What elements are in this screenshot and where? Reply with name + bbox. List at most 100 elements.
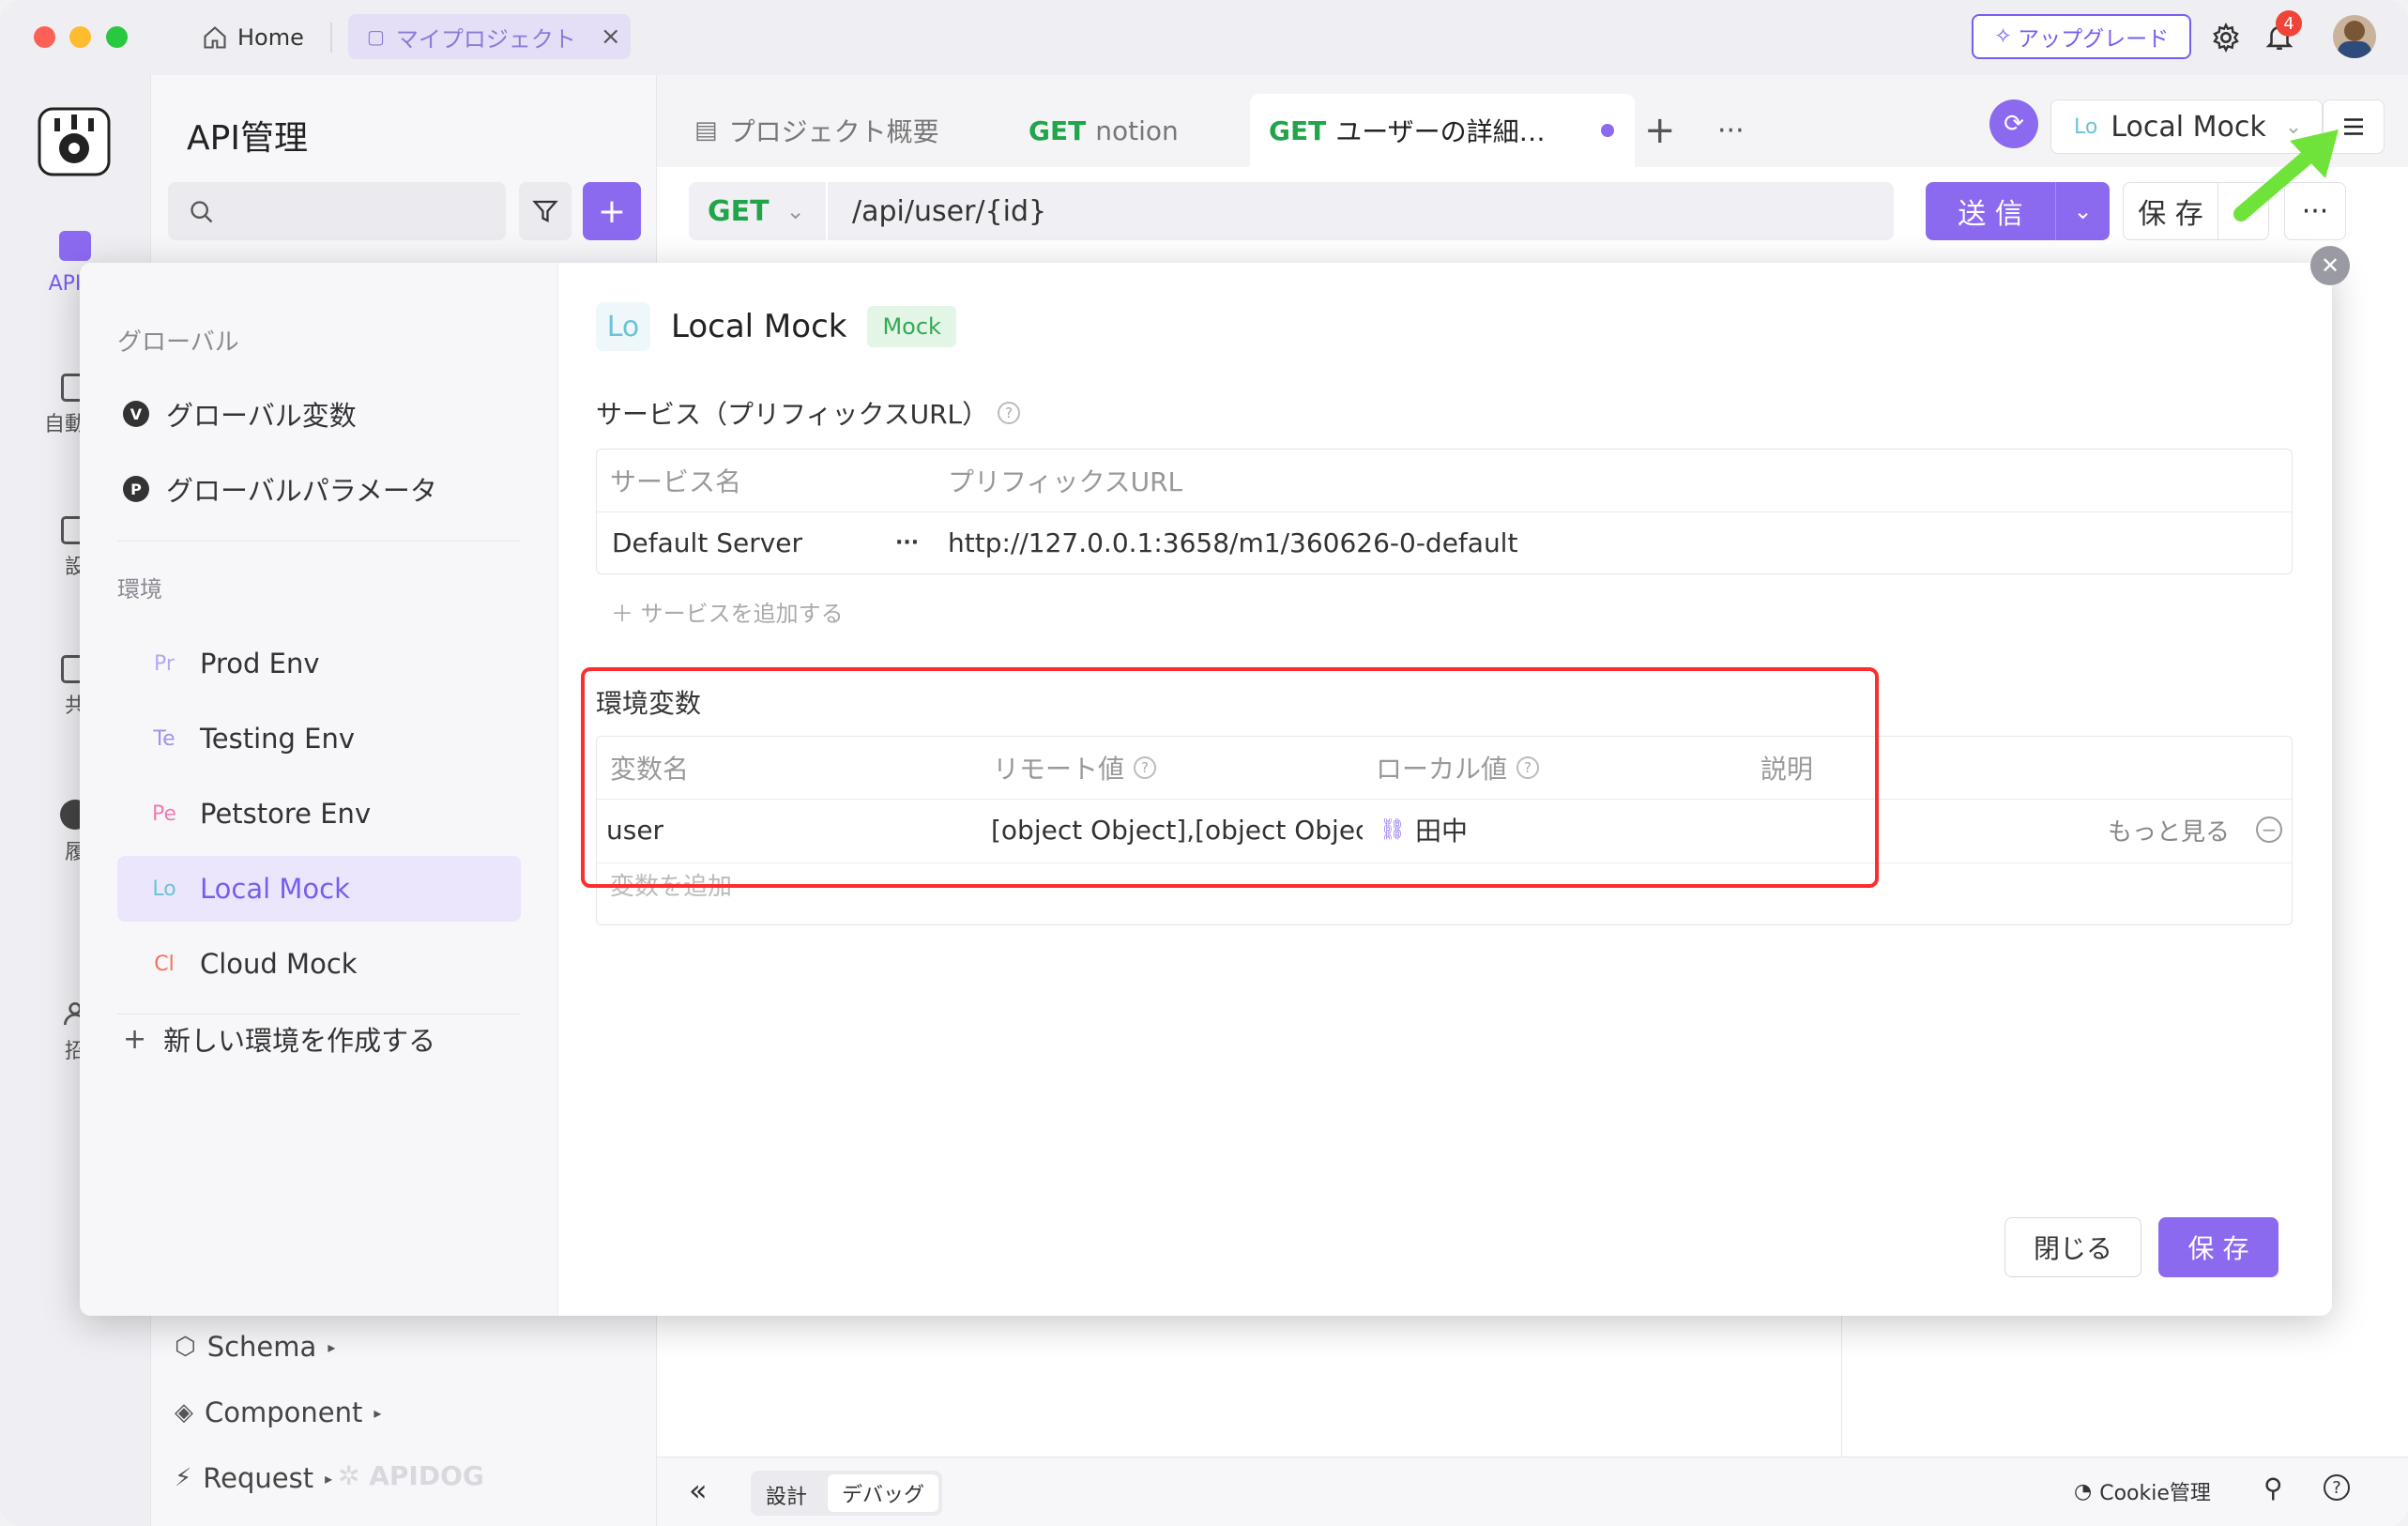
env-item-petstore[interactable]: Pe Petstore Env xyxy=(117,781,521,847)
tab-overview[interactable]: ▤ プロジェクト概要 xyxy=(694,94,939,167)
watermark-text: APIDOG xyxy=(369,1460,484,1491)
search-input[interactable] xyxy=(168,182,506,240)
upgrade-button[interactable]: ✧ アップグレード xyxy=(1972,14,2191,59)
overview-icon: ▤ xyxy=(694,116,718,145)
caret-right-icon: ▸ xyxy=(328,1337,336,1356)
sidebar-item-label: Request xyxy=(203,1462,314,1494)
url-bar: GET ⌄ /api/user/{id} 送 信 ⌄ 保 存 ⌄ ··· xyxy=(689,182,2408,240)
zoom-window-button[interactable] xyxy=(106,26,128,48)
item-label: Prod Env xyxy=(200,648,320,679)
design-tab[interactable]: 設計 xyxy=(766,1480,807,1510)
sidebar-item-request[interactable]: ⚡ Request ▸ xyxy=(175,1462,332,1494)
sidebar-item-label: Schema xyxy=(206,1331,317,1363)
global-params-item[interactable]: P グローバルパラメータ xyxy=(117,456,521,522)
caret-right-icon: ▸ xyxy=(373,1403,382,1422)
api-icon xyxy=(59,231,91,261)
item-label: グローバル変数 xyxy=(166,400,357,432)
upgrade-label: アップグレード xyxy=(2018,27,2170,52)
project-icon: ▢ xyxy=(367,25,385,48)
section-label: サービス（プリフィックスURL） xyxy=(596,399,989,430)
sparkle-icon: ✧ xyxy=(1993,24,2013,49)
cookie-icon: ◔ xyxy=(2074,1479,2093,1503)
service-more-icon[interactable]: ··· xyxy=(895,511,919,573)
gear-icon[interactable] xyxy=(2211,23,2241,53)
save-label: 保 存 xyxy=(2138,198,2203,231)
env-item-prod[interactable]: Pr Prod Env xyxy=(117,631,521,696)
column-header: プリフィックスURL xyxy=(948,466,1183,497)
env-item-testing[interactable]: Te Testing Env xyxy=(117,706,521,771)
send-button[interactable]: 送 信 ⌄ xyxy=(1926,182,2110,240)
arrow-annotation-icon xyxy=(2233,130,2339,221)
item-label: Testing Env xyxy=(200,723,356,755)
global-variables-item[interactable]: V グローバル変数 xyxy=(117,381,521,447)
url-input[interactable]: /api/user/{id} xyxy=(828,182,1894,240)
send-label: 送 信 xyxy=(1958,198,2023,231)
unsaved-dot xyxy=(1601,124,1614,137)
service-section-title: サービス（プリフィックスURL） ? xyxy=(596,394,1021,432)
request-icon: ⚡ xyxy=(175,1464,192,1492)
cookie-button[interactable]: ◔ Cookie管理 xyxy=(2074,1476,2211,1506)
tab-label: プロジェクト概要 xyxy=(728,116,939,147)
sidebar-item-schema[interactable]: ⬡ Schema ▸ xyxy=(175,1331,335,1363)
collapse-icon[interactable]: « xyxy=(689,1473,708,1508)
tab-label: ユーザーの詳細… xyxy=(1335,116,1546,147)
app-window: Home ▢ マイプロジェクト × ✧ アップグレード 4 API管 自動テ 設… xyxy=(0,0,2408,1526)
tab-more-button[interactable]: ··· xyxy=(1717,94,1745,167)
minimize-window-button[interactable] xyxy=(69,26,91,48)
filter-icon xyxy=(532,200,558,222)
env-name-input[interactable]: Local Mock xyxy=(671,308,846,345)
send-dropdown[interactable]: ⌄ xyxy=(2055,182,2110,240)
new-tab-button[interactable]: + xyxy=(1644,94,1676,167)
close-button[interactable]: 閉じる xyxy=(2004,1217,2141,1277)
item-label: Petstore Env xyxy=(200,798,372,830)
shirt-icon[interactable]: ⚲ xyxy=(2263,1473,2283,1503)
item-label: Local Mock xyxy=(200,873,350,905)
highlight-box xyxy=(581,667,1879,888)
app-logo xyxy=(34,101,114,182)
method-select[interactable]: GET ⌄ xyxy=(689,182,826,240)
sync-button[interactable]: ⟳ xyxy=(1989,99,2038,148)
method-label: GET xyxy=(1269,114,1327,146)
env-abbr: Te xyxy=(153,726,175,751)
env-abbr: Lo xyxy=(596,302,650,351)
close-tab-icon[interactable]: × xyxy=(601,23,621,51)
dialog-sidebar: グローバル V グローバル変数 P グローバルパラメータ 環境 Pr Prod … xyxy=(80,263,558,1316)
close-window-button[interactable] xyxy=(34,26,55,48)
mode-toggle: 設計 デバッグ xyxy=(751,1471,942,1516)
env-abbr: Pr xyxy=(154,651,175,676)
help-icon[interactable]: ? xyxy=(2324,1474,2350,1501)
plus-icon: + xyxy=(1644,109,1676,152)
sidebar-item-component[interactable]: ◈ Component ▸ xyxy=(175,1396,381,1428)
add-service-link[interactable]: ＋ サービスを追加する xyxy=(611,595,844,628)
page-title: API管理 xyxy=(187,119,308,158)
debug-tab[interactable]: デバッグ xyxy=(828,1474,938,1512)
service-name-cell[interactable]: Default Server xyxy=(612,511,802,573)
sync-icon: ⟳ xyxy=(2004,110,2024,138)
search-icon xyxy=(191,201,213,223)
new-environment-button[interactable]: + 新しい環境を作成する xyxy=(117,1006,521,1072)
help-icon[interactable]: ? xyxy=(998,402,1021,424)
service-url-cell[interactable]: http://127.0.0.1:3658/m1/360626-0-defaul… xyxy=(948,511,1517,573)
close-icon[interactable]: ✕ xyxy=(2310,246,2350,285)
remove-row-button[interactable]: − xyxy=(2256,799,2282,861)
filter-button[interactable] xyxy=(519,182,572,240)
project-tab[interactable]: ▢ マイプロジェクト × xyxy=(348,14,631,59)
variable-icon: V xyxy=(123,401,149,427)
save-env-button[interactable]: 保 存 xyxy=(2158,1217,2278,1277)
env-item-cloud-mock[interactable]: Cl Cloud Mock xyxy=(117,931,521,997)
divider xyxy=(117,541,521,542)
home-tab[interactable]: Home xyxy=(202,19,304,56)
cube-icon: ⬡ xyxy=(175,1333,196,1361)
plus-icon: + xyxy=(123,1022,147,1056)
tab-user-detail[interactable]: GET ユーザーの詳細… xyxy=(1250,94,1635,167)
env-item-local-mock[interactable]: Lo Local Mock xyxy=(117,856,521,922)
tab-notion[interactable]: GET notion xyxy=(1029,94,1179,167)
divider xyxy=(330,23,332,53)
plus-icon: + xyxy=(597,191,627,231)
env-abbr: Lo xyxy=(2074,114,2098,139)
more-link[interactable]: もっと見る xyxy=(2108,799,2230,861)
add-button[interactable]: + xyxy=(583,182,641,240)
home-icon xyxy=(204,26,226,49)
avatar[interactable] xyxy=(2333,15,2376,58)
bottom-bar: « 設計 デバッグ ◔ Cookie管理 ⚲ ? xyxy=(657,1457,2408,1526)
